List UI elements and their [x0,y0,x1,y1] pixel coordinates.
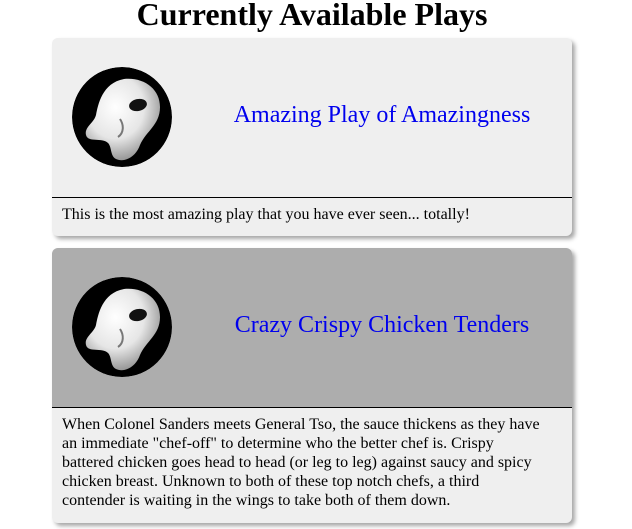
page-title: Currently Available Plays [136,0,488,32]
play-card-header: Amazing Play of Amazingness [52,38,572,198]
play-card: Amazing Play of Amazingness This is the … [52,38,572,236]
play-description: This is the most amazing play that you h… [62,206,470,223]
play-card-header: Crazy Crispy Chicken Tenders [52,248,572,408]
play-title-link[interactable]: Amazing Play of Amazingness [192,98,572,132]
play-title-link[interactable]: Crazy Crispy Chicken Tenders [192,308,572,342]
phantom-mask-icon[interactable] [72,277,172,377]
play-description: When Colonel Sanders meets General Tso, … [62,416,540,509]
play-card: Crazy Crispy Chicken Tenders When Colone… [52,248,572,523]
phantom-mask-icon[interactable] [72,67,172,167]
